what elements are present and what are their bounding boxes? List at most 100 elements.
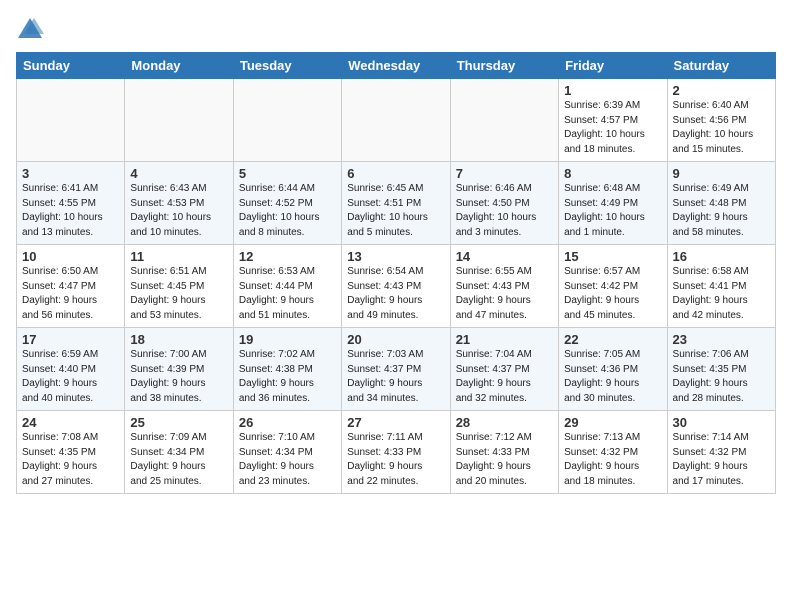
day-info: Sunrise: 6:57 AM Sunset: 4:42 PM Dayligh… bbox=[564, 265, 661, 323]
calendar-day-cell: 15Sunrise: 6:57 AM Sunset: 4:42 PM Dayli… bbox=[559, 245, 667, 328]
calendar-day-cell: 24Sunrise: 7:08 AM Sunset: 4:35 PM Dayli… bbox=[17, 411, 125, 494]
day-info: Sunrise: 6:51 AM Sunset: 4:45 PM Dayligh… bbox=[130, 265, 227, 323]
day-number: 7 bbox=[456, 166, 553, 181]
calendar-table: SundayMondayTuesdayWednesdayThursdayFrid… bbox=[16, 52, 776, 494]
calendar-day-cell: 6Sunrise: 6:45 AM Sunset: 4:51 PM Daylig… bbox=[342, 162, 450, 245]
day-info: Sunrise: 7:09 AM Sunset: 4:34 PM Dayligh… bbox=[130, 431, 227, 489]
calendar-week-row: 10Sunrise: 6:50 AM Sunset: 4:47 PM Dayli… bbox=[17, 245, 776, 328]
calendar-day-cell: 22Sunrise: 7:05 AM Sunset: 4:36 PM Dayli… bbox=[559, 328, 667, 411]
day-info: Sunrise: 6:39 AM Sunset: 4:57 PM Dayligh… bbox=[564, 99, 661, 157]
day-number: 23 bbox=[673, 332, 770, 347]
day-info: Sunrise: 7:05 AM Sunset: 4:36 PM Dayligh… bbox=[564, 348, 661, 406]
day-number: 5 bbox=[239, 166, 336, 181]
calendar-day-cell: 12Sunrise: 6:53 AM Sunset: 4:44 PM Dayli… bbox=[233, 245, 341, 328]
day-number: 15 bbox=[564, 249, 661, 264]
day-number: 1 bbox=[564, 83, 661, 98]
weekday-header-cell: Saturday bbox=[667, 53, 775, 79]
day-number: 18 bbox=[130, 332, 227, 347]
weekday-header-row: SundayMondayTuesdayWednesdayThursdayFrid… bbox=[17, 53, 776, 79]
day-info: Sunrise: 6:40 AM Sunset: 4:56 PM Dayligh… bbox=[673, 99, 770, 157]
logo bbox=[16, 16, 48, 44]
day-info: Sunrise: 6:45 AM Sunset: 4:51 PM Dayligh… bbox=[347, 182, 444, 240]
calendar-day-cell: 19Sunrise: 7:02 AM Sunset: 4:38 PM Dayli… bbox=[233, 328, 341, 411]
day-number: 9 bbox=[673, 166, 770, 181]
day-info: Sunrise: 7:04 AM Sunset: 4:37 PM Dayligh… bbox=[456, 348, 553, 406]
day-number: 27 bbox=[347, 415, 444, 430]
calendar-day-cell: 2Sunrise: 6:40 AM Sunset: 4:56 PM Daylig… bbox=[667, 79, 775, 162]
weekday-header-cell: Thursday bbox=[450, 53, 558, 79]
day-number: 6 bbox=[347, 166, 444, 181]
day-info: Sunrise: 6:53 AM Sunset: 4:44 PM Dayligh… bbox=[239, 265, 336, 323]
day-number: 22 bbox=[564, 332, 661, 347]
day-number: 14 bbox=[456, 249, 553, 264]
day-number: 10 bbox=[22, 249, 119, 264]
day-info: Sunrise: 7:00 AM Sunset: 4:39 PM Dayligh… bbox=[130, 348, 227, 406]
calendar-day-cell: 26Sunrise: 7:10 AM Sunset: 4:34 PM Dayli… bbox=[233, 411, 341, 494]
day-number: 4 bbox=[130, 166, 227, 181]
calendar-day-cell: 21Sunrise: 7:04 AM Sunset: 4:37 PM Dayli… bbox=[450, 328, 558, 411]
calendar-day-cell: 13Sunrise: 6:54 AM Sunset: 4:43 PM Dayli… bbox=[342, 245, 450, 328]
calendar-day-cell: 23Sunrise: 7:06 AM Sunset: 4:35 PM Dayli… bbox=[667, 328, 775, 411]
calendar-day-cell: 5Sunrise: 6:44 AM Sunset: 4:52 PM Daylig… bbox=[233, 162, 341, 245]
calendar-day-cell: 7Sunrise: 6:46 AM Sunset: 4:50 PM Daylig… bbox=[450, 162, 558, 245]
day-info: Sunrise: 7:11 AM Sunset: 4:33 PM Dayligh… bbox=[347, 431, 444, 489]
day-info: Sunrise: 7:12 AM Sunset: 4:33 PM Dayligh… bbox=[456, 431, 553, 489]
day-number: 17 bbox=[22, 332, 119, 347]
calendar-day-cell: 14Sunrise: 6:55 AM Sunset: 4:43 PM Dayli… bbox=[450, 245, 558, 328]
day-number: 3 bbox=[22, 166, 119, 181]
calendar-week-row: 24Sunrise: 7:08 AM Sunset: 4:35 PM Dayli… bbox=[17, 411, 776, 494]
page-header bbox=[16, 16, 776, 44]
day-number: 21 bbox=[456, 332, 553, 347]
calendar-day-cell bbox=[17, 79, 125, 162]
weekday-header-cell: Wednesday bbox=[342, 53, 450, 79]
calendar-day-cell: 28Sunrise: 7:12 AM Sunset: 4:33 PM Dayli… bbox=[450, 411, 558, 494]
calendar-day-cell bbox=[233, 79, 341, 162]
day-info: Sunrise: 6:46 AM Sunset: 4:50 PM Dayligh… bbox=[456, 182, 553, 240]
weekday-header-cell: Friday bbox=[559, 53, 667, 79]
logo-icon bbox=[16, 16, 44, 44]
calendar-day-cell: 10Sunrise: 6:50 AM Sunset: 4:47 PM Dayli… bbox=[17, 245, 125, 328]
day-number: 16 bbox=[673, 249, 770, 264]
day-number: 12 bbox=[239, 249, 336, 264]
calendar-day-cell: 25Sunrise: 7:09 AM Sunset: 4:34 PM Dayli… bbox=[125, 411, 233, 494]
day-info: Sunrise: 6:54 AM Sunset: 4:43 PM Dayligh… bbox=[347, 265, 444, 323]
calendar-day-cell: 8Sunrise: 6:48 AM Sunset: 4:49 PM Daylig… bbox=[559, 162, 667, 245]
calendar-day-cell: 18Sunrise: 7:00 AM Sunset: 4:39 PM Dayli… bbox=[125, 328, 233, 411]
calendar-week-row: 1Sunrise: 6:39 AM Sunset: 4:57 PM Daylig… bbox=[17, 79, 776, 162]
day-info: Sunrise: 7:10 AM Sunset: 4:34 PM Dayligh… bbox=[239, 431, 336, 489]
weekday-header-cell: Tuesday bbox=[233, 53, 341, 79]
day-info: Sunrise: 6:58 AM Sunset: 4:41 PM Dayligh… bbox=[673, 265, 770, 323]
day-number: 30 bbox=[673, 415, 770, 430]
day-info: Sunrise: 6:50 AM Sunset: 4:47 PM Dayligh… bbox=[22, 265, 119, 323]
calendar-day-cell: 29Sunrise: 7:13 AM Sunset: 4:32 PM Dayli… bbox=[559, 411, 667, 494]
day-info: Sunrise: 6:43 AM Sunset: 4:53 PM Dayligh… bbox=[130, 182, 227, 240]
day-info: Sunrise: 7:06 AM Sunset: 4:35 PM Dayligh… bbox=[673, 348, 770, 406]
calendar-day-cell: 17Sunrise: 6:59 AM Sunset: 4:40 PM Dayli… bbox=[17, 328, 125, 411]
day-number: 19 bbox=[239, 332, 336, 347]
calendar-body: 1Sunrise: 6:39 AM Sunset: 4:57 PM Daylig… bbox=[17, 79, 776, 494]
calendar-day-cell: 4Sunrise: 6:43 AM Sunset: 4:53 PM Daylig… bbox=[125, 162, 233, 245]
day-info: Sunrise: 6:41 AM Sunset: 4:55 PM Dayligh… bbox=[22, 182, 119, 240]
day-number: 28 bbox=[456, 415, 553, 430]
day-number: 24 bbox=[22, 415, 119, 430]
day-info: Sunrise: 7:13 AM Sunset: 4:32 PM Dayligh… bbox=[564, 431, 661, 489]
day-number: 2 bbox=[673, 83, 770, 98]
day-info: Sunrise: 6:55 AM Sunset: 4:43 PM Dayligh… bbox=[456, 265, 553, 323]
calendar-day-cell bbox=[125, 79, 233, 162]
day-number: 26 bbox=[239, 415, 336, 430]
day-number: 25 bbox=[130, 415, 227, 430]
calendar-day-cell: 30Sunrise: 7:14 AM Sunset: 4:32 PM Dayli… bbox=[667, 411, 775, 494]
day-info: Sunrise: 6:44 AM Sunset: 4:52 PM Dayligh… bbox=[239, 182, 336, 240]
day-info: Sunrise: 6:49 AM Sunset: 4:48 PM Dayligh… bbox=[673, 182, 770, 240]
day-info: Sunrise: 7:14 AM Sunset: 4:32 PM Dayligh… bbox=[673, 431, 770, 489]
day-number: 20 bbox=[347, 332, 444, 347]
weekday-header-cell: Monday bbox=[125, 53, 233, 79]
day-info: Sunrise: 7:03 AM Sunset: 4:37 PM Dayligh… bbox=[347, 348, 444, 406]
calendar-day-cell: 20Sunrise: 7:03 AM Sunset: 4:37 PM Dayli… bbox=[342, 328, 450, 411]
day-info: Sunrise: 6:48 AM Sunset: 4:49 PM Dayligh… bbox=[564, 182, 661, 240]
calendar-week-row: 3Sunrise: 6:41 AM Sunset: 4:55 PM Daylig… bbox=[17, 162, 776, 245]
calendar-day-cell: 1Sunrise: 6:39 AM Sunset: 4:57 PM Daylig… bbox=[559, 79, 667, 162]
calendar-day-cell bbox=[342, 79, 450, 162]
day-number: 11 bbox=[130, 249, 227, 264]
calendar-week-row: 17Sunrise: 6:59 AM Sunset: 4:40 PM Dayli… bbox=[17, 328, 776, 411]
